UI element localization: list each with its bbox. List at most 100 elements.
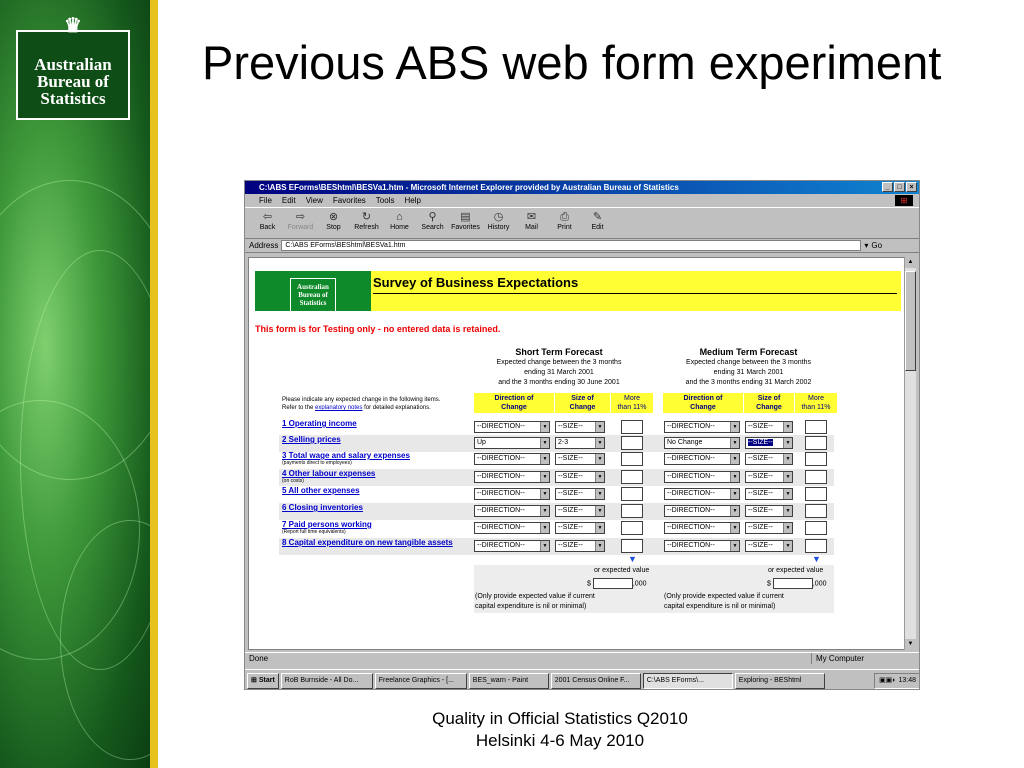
- st-more-input[interactable]: [621, 521, 643, 535]
- window-titlebar: C:\ABS EForms\BEShtml\BESVa1.htm - Micro…: [245, 181, 919, 194]
- logo-line: Statistics: [299, 299, 327, 307]
- st-direction-select[interactable]: --DIRECTION-- ▼: [474, 505, 550, 517]
- st-more-input[interactable]: [621, 452, 643, 466]
- mt-more-input[interactable]: [805, 436, 827, 450]
- close-button[interactable]: ×: [906, 182, 917, 192]
- address-bar: Address C:\ABS EForms\BEShtml\BESVa1.htm…: [245, 239, 919, 253]
- mt-direction-header: Direction of Change: [663, 393, 743, 413]
- st-more-input[interactable]: [621, 504, 643, 518]
- mt-more-input[interactable]: [805, 470, 827, 484]
- forward-button[interactable]: ⇨ Forward: [284, 208, 317, 238]
- mt-expected-value-input[interactable]: [772, 578, 813, 589]
- row-label-link[interactable]: 3 Total wage and salary expenses: [282, 451, 410, 460]
- st-more-input[interactable]: [621, 436, 643, 450]
- mt-size-select[interactable]: --SIZE-- ▼: [745, 505, 793, 517]
- st-direction-select[interactable]: --DIRECTION-- ▼: [474, 522, 550, 534]
- address-input[interactable]: C:\ABS EForms\BEShtml\BESVa1.htm: [281, 240, 862, 251]
- edit-button[interactable]: ✎ Edit: [581, 208, 614, 238]
- menu-tools[interactable]: Tools: [376, 194, 395, 207]
- taskbar-item[interactable]: Exploring - BEShtml: [734, 672, 825, 689]
- history-button[interactable]: ◷ History: [482, 208, 515, 238]
- maximize-button[interactable]: □: [894, 182, 905, 192]
- mt-direction-select[interactable]: --DIRECTION-- ▼: [664, 522, 740, 534]
- st-size-select[interactable]: --SIZE-- ▼: [555, 453, 605, 465]
- row-label-link[interactable]: 6 Closing inventories: [282, 503, 363, 512]
- st-size-select[interactable]: --SIZE-- ▼: [555, 421, 605, 433]
- scroll-down-icon[interactable]: ▼: [905, 639, 916, 650]
- st-size-select[interactable]: --SIZE-- ▼: [555, 505, 605, 517]
- st-direction-select[interactable]: --DIRECTION-- ▼: [474, 471, 550, 483]
- taskbar-item[interactable]: Freelance Graphics - [...: [374, 672, 467, 689]
- st-size-select[interactable]: --SIZE-- ▼: [555, 471, 605, 483]
- stop-button[interactable]: ⊗ Stop: [317, 208, 350, 238]
- row-label-link[interactable]: 8 Capital expenditure on new tangible as…: [282, 538, 453, 547]
- st-direction-select[interactable]: --DIRECTION-- ▼: [474, 453, 550, 465]
- st-more-input[interactable]: [621, 539, 643, 553]
- search-button[interactable]: ⚲ Search: [416, 208, 449, 238]
- mt-more-input[interactable]: [805, 420, 827, 434]
- mt-size-select[interactable]: --SIZE-- ▼: [745, 540, 793, 552]
- st-more-input[interactable]: [621, 420, 643, 434]
- scroll-thumb[interactable]: [905, 271, 916, 371]
- favorites-button[interactable]: ▤ Favorites: [449, 208, 482, 238]
- refresh-button[interactable]: ↻ Refresh: [350, 208, 383, 238]
- mt-direction-select[interactable]: --DIRECTION-- ▼: [664, 488, 740, 500]
- vertical-scrollbar[interactable]: ▲ ▼: [904, 257, 916, 650]
- taskbar-item[interactable]: C:\ABS EForms\...: [642, 672, 733, 689]
- table-row: 6 Closing inventories --DIRECTION-- ▼ --SIZ…: [279, 503, 834, 520]
- st-size-select[interactable]: --SIZE-- ▼: [555, 488, 605, 500]
- st-direction-select[interactable]: --DIRECTION-- ▼: [474, 488, 550, 500]
- st-more-input[interactable]: [621, 487, 643, 501]
- minimize-button[interactable]: _: [882, 182, 893, 192]
- mt-direction-select[interactable]: --DIRECTION-- ▼: [664, 421, 740, 433]
- mt-more-input[interactable]: [805, 539, 827, 553]
- go-arrow-icon[interactable]: ▾: [864, 241, 868, 250]
- mt-more-input[interactable]: [805, 487, 827, 501]
- mt-direction-select[interactable]: --DIRECTION-- ▼: [664, 453, 740, 465]
- st-direction-select[interactable]: Up ▼: [474, 437, 550, 449]
- menu-favorites[interactable]: Favorites: [333, 194, 366, 207]
- taskbar-item[interactable]: BES_warn - Paint: [468, 672, 549, 689]
- mt-more-input[interactable]: [805, 452, 827, 466]
- mt-direction-select[interactable]: --DIRECTION-- ▼: [664, 540, 740, 552]
- mt-more-input[interactable]: [805, 521, 827, 535]
- home-button[interactable]: ⌂ Home: [383, 208, 416, 238]
- st-more-input[interactable]: [621, 470, 643, 484]
- mt-size-select[interactable]: --SIZE-- ▼: [745, 471, 793, 483]
- go-button[interactable]: Go: [871, 241, 882, 250]
- mt-size-select[interactable]: --SIZE-- ▼: [745, 421, 793, 433]
- scroll-up-icon[interactable]: ▲: [905, 257, 916, 268]
- mt-direction-select[interactable]: --DIRECTION-- ▼: [664, 471, 740, 483]
- st-size-select[interactable]: --SIZE-- ▼: [555, 540, 605, 552]
- mt-direction-select[interactable]: No Change ▼: [664, 437, 740, 449]
- mt-size-select[interactable]: --SIZE-- ▼: [745, 488, 793, 500]
- start-button[interactable]: ⊞ Start: [247, 672, 279, 689]
- row-label-link[interactable]: 4 Other labour expenses: [282, 469, 375, 478]
- st-size-select[interactable]: 2-3 ▼: [555, 437, 605, 449]
- st-direction-select[interactable]: --DIRECTION-- ▼: [474, 421, 550, 433]
- mt-direction-select[interactable]: --DIRECTION-- ▼: [664, 505, 740, 517]
- menu-help[interactable]: Help: [404, 194, 420, 207]
- explanatory-notes-link[interactable]: explanatory notes: [315, 405, 362, 411]
- mt-size-select[interactable]: --SIZE-- ▼: [745, 453, 793, 465]
- taskbar-item[interactable]: 2001 Census Online F...: [550, 672, 641, 689]
- st-direction-select[interactable]: --DIRECTION-- ▼: [474, 540, 550, 552]
- mt-size-select[interactable]: --SIZE-- ▼: [745, 437, 793, 449]
- row-label-link[interactable]: 1 Operating income: [282, 419, 357, 428]
- mail-button[interactable]: ✉ Mail: [515, 208, 548, 238]
- st-size-select[interactable]: --SIZE-- ▼: [555, 522, 605, 534]
- print-button[interactable]: ⎙ Print: [548, 208, 581, 238]
- chevron-down-icon: ▼: [540, 454, 549, 464]
- back-button[interactable]: ⇦ Back: [251, 208, 284, 238]
- row-label-link[interactable]: 7 Paid persons working: [282, 520, 372, 529]
- menu-bar: File Edit View Favorites Tools Help ⊞: [245, 194, 919, 207]
- mt-more-input[interactable]: [805, 504, 827, 518]
- taskbar-item[interactable]: RoB Burnside - All Do...: [280, 672, 373, 689]
- row-label-link[interactable]: 2 Selling prices: [282, 435, 341, 444]
- mt-size-select[interactable]: --SIZE-- ▼: [745, 522, 793, 534]
- row-label-link[interactable]: 5 All other expenses: [282, 486, 360, 495]
- st-expected-value-input[interactable]: [592, 578, 633, 589]
- menu-view[interactable]: View: [306, 194, 323, 207]
- menu-file[interactable]: File: [259, 194, 272, 207]
- menu-edit[interactable]: Edit: [282, 194, 296, 207]
